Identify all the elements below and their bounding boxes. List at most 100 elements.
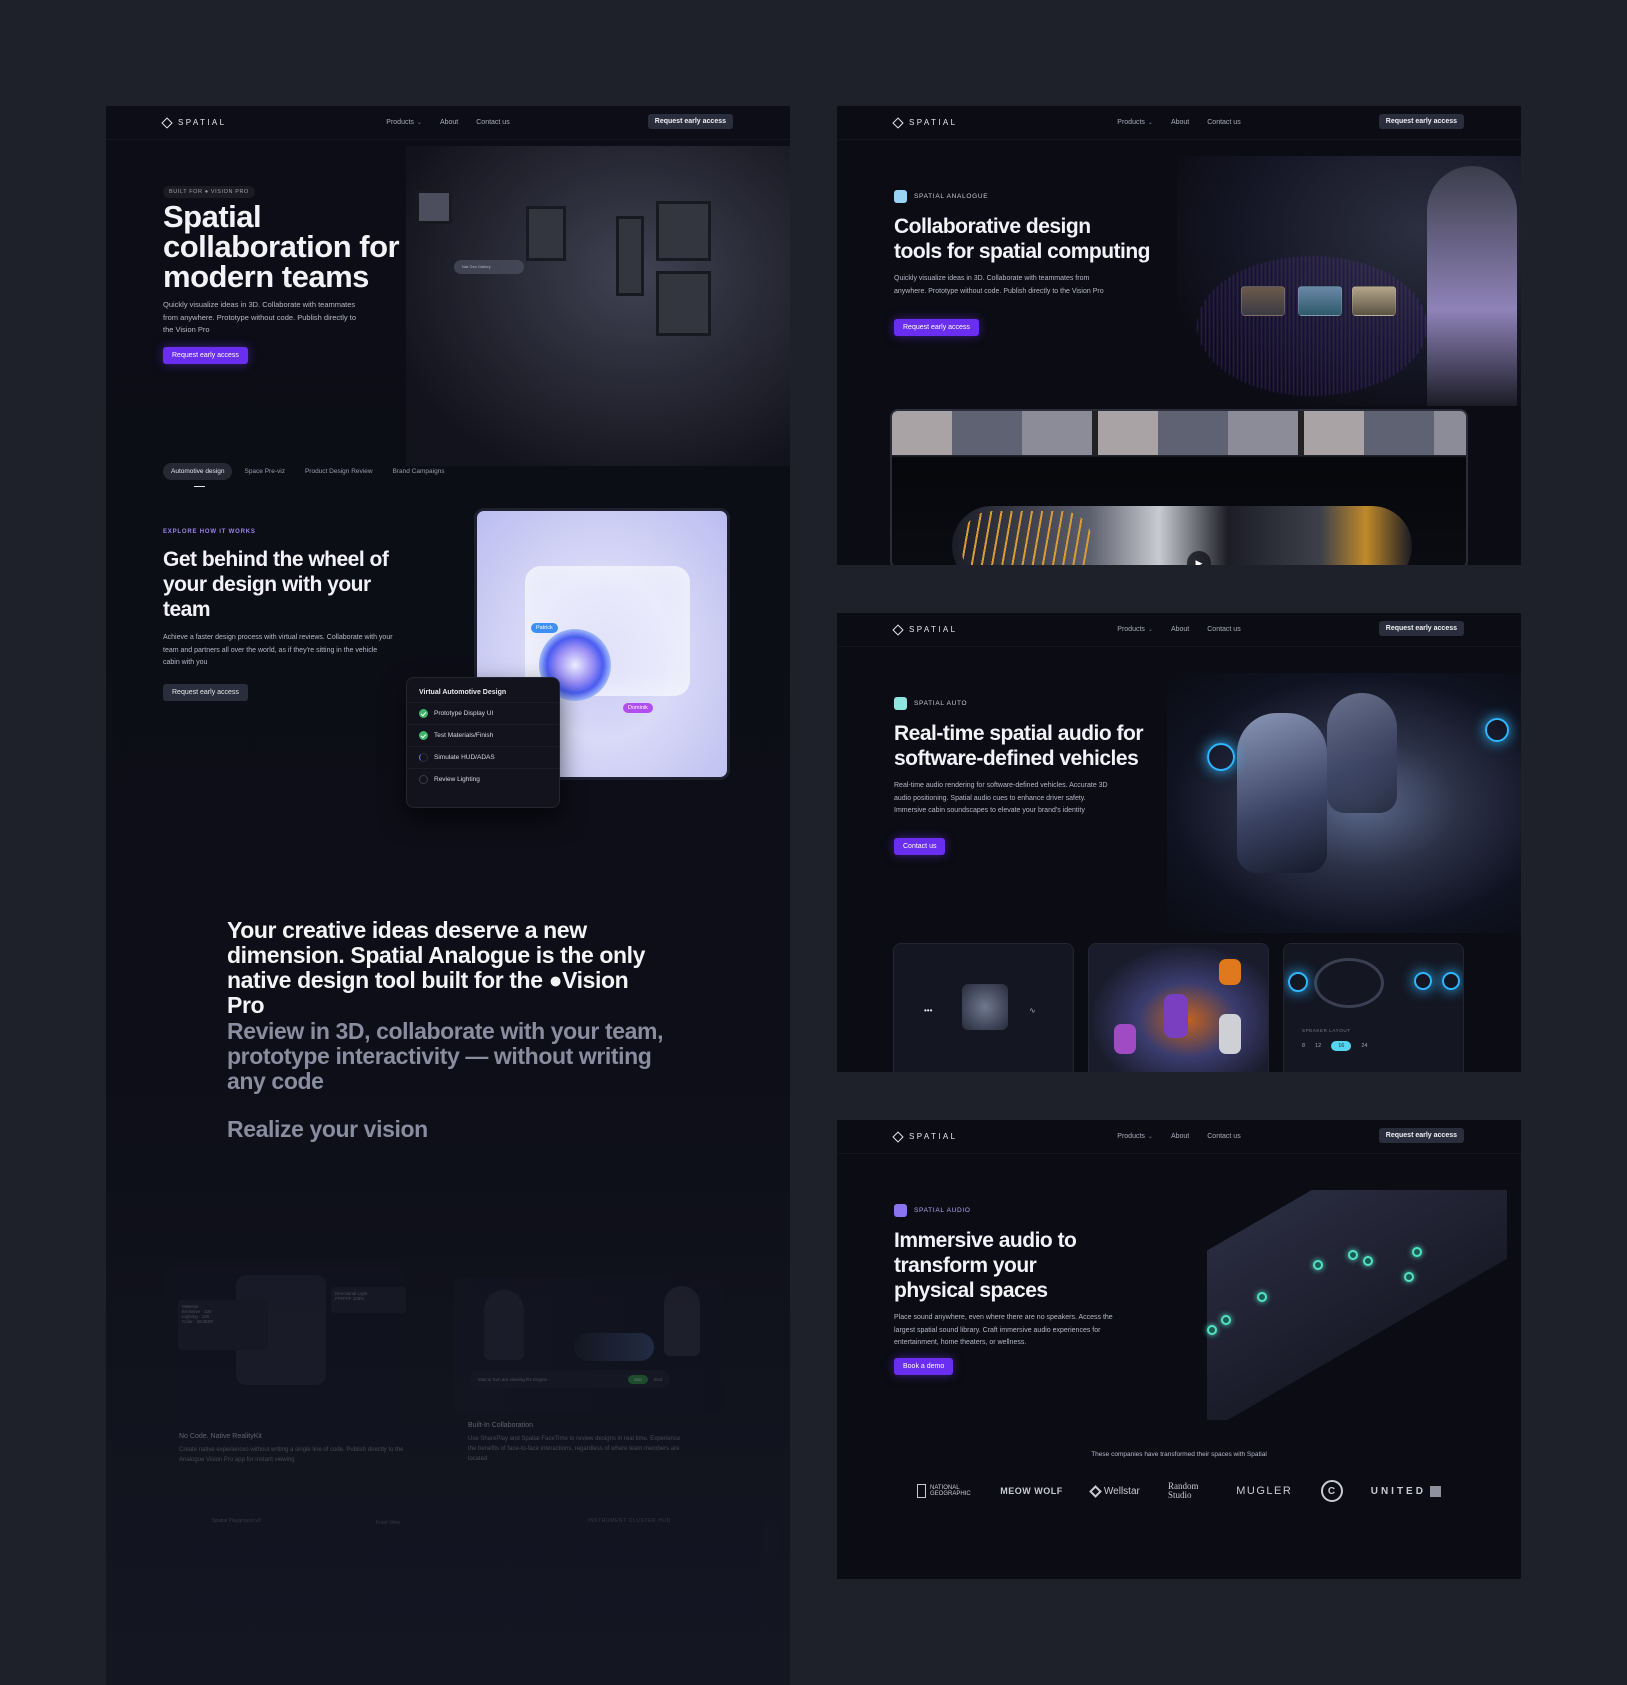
panel3-title: Real-time spatial audio for software-defi…: [894, 722, 1144, 770]
steering-wheel-image: [1314, 958, 1384, 1008]
end-button[interactable]: End: [654, 1377, 662, 1382]
checklist-item[interactable]: Test Materials/Finish: [407, 724, 559, 746]
nav-request-access-button[interactable]: Request early access: [1378, 621, 1464, 636]
customer-logos-caption: These companies have transformed their s…: [1091, 1451, 1267, 1458]
nav-about[interactable]: About: [440, 119, 458, 126]
gallery-frame: [616, 216, 644, 296]
chevron-down-icon: ⌄: [1147, 1134, 1153, 1140]
feature-title: Built-In Collaboration: [468, 1422, 533, 1429]
spatial-analogue-app-icon: [894, 190, 907, 203]
customer-logos-row: NATIONAL GEOGRAPHIC MEOW WOLF Wellstar R…: [917, 1480, 1441, 1502]
nav-about[interactable]: About: [1171, 626, 1189, 633]
speaker-option[interactable]: 12: [1315, 1043, 1321, 1049]
logo[interactable]: SPATIAL: [161, 116, 227, 129]
nav-contact[interactable]: Contact us: [1207, 1133, 1240, 1140]
speaker-node-icon: [1257, 1292, 1267, 1302]
person-with-headset: [1427, 166, 1517, 406]
scene-thumbnail[interactable]: [1352, 286, 1396, 316]
violet-light-lines: [1197, 256, 1427, 396]
speaker-layout-label: SPEAKER LAYOUT: [1302, 1028, 1351, 1033]
feature-description: Use SharePlay and Spatial FaceTime to re…: [468, 1436, 681, 1462]
check-done-icon: [419, 709, 428, 718]
speaker-glow: [1207, 743, 1235, 771]
scene-thumbnail[interactable]: [1241, 286, 1285, 316]
car-seat: [1327, 693, 1397, 813]
speaker-node-icon: [1348, 1250, 1358, 1260]
tab-space-previz[interactable]: Space Pre-viz: [236, 463, 292, 480]
chevron-down-icon: ⌄: [416, 120, 422, 126]
nav-products[interactable]: Products ⌄: [1117, 119, 1153, 126]
nav-products[interactable]: Products ⌄: [386, 119, 422, 126]
active-tab-indicator: [194, 486, 205, 487]
logo-random-studio: Random Studio: [1168, 1481, 1199, 1500]
nav-about[interactable]: About: [1171, 119, 1189, 126]
speaker-option[interactable]: 24: [1361, 1043, 1367, 1049]
hero-subtitle: Quickly visualize ideas in 3D. Collabora…: [163, 300, 357, 334]
speaker-glow: [1442, 972, 1460, 990]
explore-title: Get behind the wheel of your design with …: [163, 548, 389, 621]
material-editor-image: Material Emissive · 100 Lighting · 100 C…: [166, 1261, 406, 1421]
contact-us-button[interactable]: Contact us: [894, 838, 946, 855]
top-nav: SPATIAL Products ⌄ About Contact us Reque…: [837, 106, 1521, 140]
tab-brand-campaigns[interactable]: Brand Campaigns: [385, 463, 453, 480]
gallery-frame: [656, 201, 711, 261]
feature-card-rendering[interactable]: ••• ∿ Real-time Rendering: [893, 943, 1074, 1072]
tab-product-design-review[interactable]: Product Design Review: [297, 463, 381, 480]
tab-automotive-design[interactable]: Automotive design: [163, 463, 233, 480]
speaker-glow: [1414, 972, 1432, 990]
nav-about[interactable]: About: [1171, 1133, 1189, 1140]
speaker-node-icon: [1207, 1325, 1217, 1335]
nav-request-access-button[interactable]: Request early access: [1378, 114, 1464, 129]
spatial-auto-app-icon: [894, 697, 907, 710]
car-topdown-icon: [1219, 959, 1241, 985]
car-interior-image: [1167, 673, 1521, 933]
collab-status-bar: Matt & Tom are viewing R1 Engine Join En…: [470, 1370, 670, 1388]
car-topdown-icon: [1219, 1014, 1241, 1054]
engine-video-player[interactable]: ▶: [890, 409, 1468, 565]
apple-icon: ●: [204, 189, 209, 195]
speaker-node-icon: [1221, 1315, 1231, 1325]
logo-mugler: MUGLER: [1236, 1485, 1293, 1497]
checklist-item[interactable]: Simulate HUD/ADAS: [407, 746, 559, 768]
apple-icon: ●: [548, 967, 563, 993]
explore-description: Achieve a faster design process with vir…: [163, 634, 393, 666]
join-button[interactable]: Join: [627, 1374, 648, 1384]
chevron-down-icon: ⌄: [1147, 627, 1153, 633]
explore-kicker: EXPLORE HOW IT WORKS: [163, 529, 256, 535]
checklist-item[interactable]: Prototype Display UI: [407, 702, 559, 724]
speaker-option-selected[interactable]: 16: [1331, 1041, 1352, 1051]
book-demo-button[interactable]: Book a demo: [894, 1358, 954, 1375]
top-nav: SPATIAL Products ⌄ About Contact us Reque…: [837, 613, 1521, 647]
nav-contact[interactable]: Contact us: [476, 119, 509, 126]
speaker-node-icon: [1363, 1256, 1373, 1266]
panel2-request-access-button[interactable]: Request early access: [894, 319, 979, 336]
explore-request-access-button[interactable]: Request early access: [163, 684, 248, 701]
realize-vision-heading: Realize your vision: [227, 1116, 428, 1142]
feature-title: No Code. Native RealityKit: [179, 1433, 262, 1440]
logo[interactable]: SPATIAL: [892, 1130, 958, 1143]
spatial-audio-panel: SPATIAL Products ⌄ About Contact us Reque…: [837, 1120, 1521, 1579]
built-for-badge: BUILT FOR ● VISION PRO: [163, 186, 255, 198]
nav-request-access-button[interactable]: Request early access: [1378, 1128, 1464, 1143]
progress-spinner-icon: [419, 753, 428, 762]
nav-contact[interactable]: Contact us: [1207, 119, 1240, 126]
scene-thumbnail[interactable]: [1298, 286, 1342, 316]
nav-products[interactable]: Products ⌄: [1117, 626, 1153, 633]
checklist-item[interactable]: Review Lighting: [407, 768, 559, 790]
product-kicker: SPATIAL ANALOGUE: [894, 190, 988, 203]
speaker-node-icon: [1412, 1247, 1422, 1257]
diamond-logo-icon: [892, 1130, 904, 1143]
nav-request-access-button[interactable]: Request early access: [647, 114, 733, 129]
logo[interactable]: SPATIAL: [892, 116, 958, 129]
feature-card-personalized-audio[interactable]: Personalized Spatial Audio: [1088, 943, 1269, 1072]
gallery-frame: [656, 271, 711, 336]
panel2-subtitle: Quickly visualize ideas in 3D. Collabora…: [894, 275, 1104, 295]
feature-card-acoustics[interactable]: SPEAKER LAYOUT 8 12 16 24 Configurable A…: [1283, 943, 1464, 1072]
nav-contact[interactable]: Contact us: [1207, 626, 1240, 633]
material-panel: Material Emissive · 100 Lighting · 100 C…: [178, 1300, 268, 1350]
speaker-glow: [1485, 718, 1509, 742]
nav-products[interactable]: Products ⌄: [1117, 1133, 1153, 1140]
hero-request-access-button[interactable]: Request early access: [163, 347, 248, 364]
logo[interactable]: SPATIAL: [892, 623, 958, 636]
speaker-option[interactable]: 8: [1302, 1043, 1305, 1049]
